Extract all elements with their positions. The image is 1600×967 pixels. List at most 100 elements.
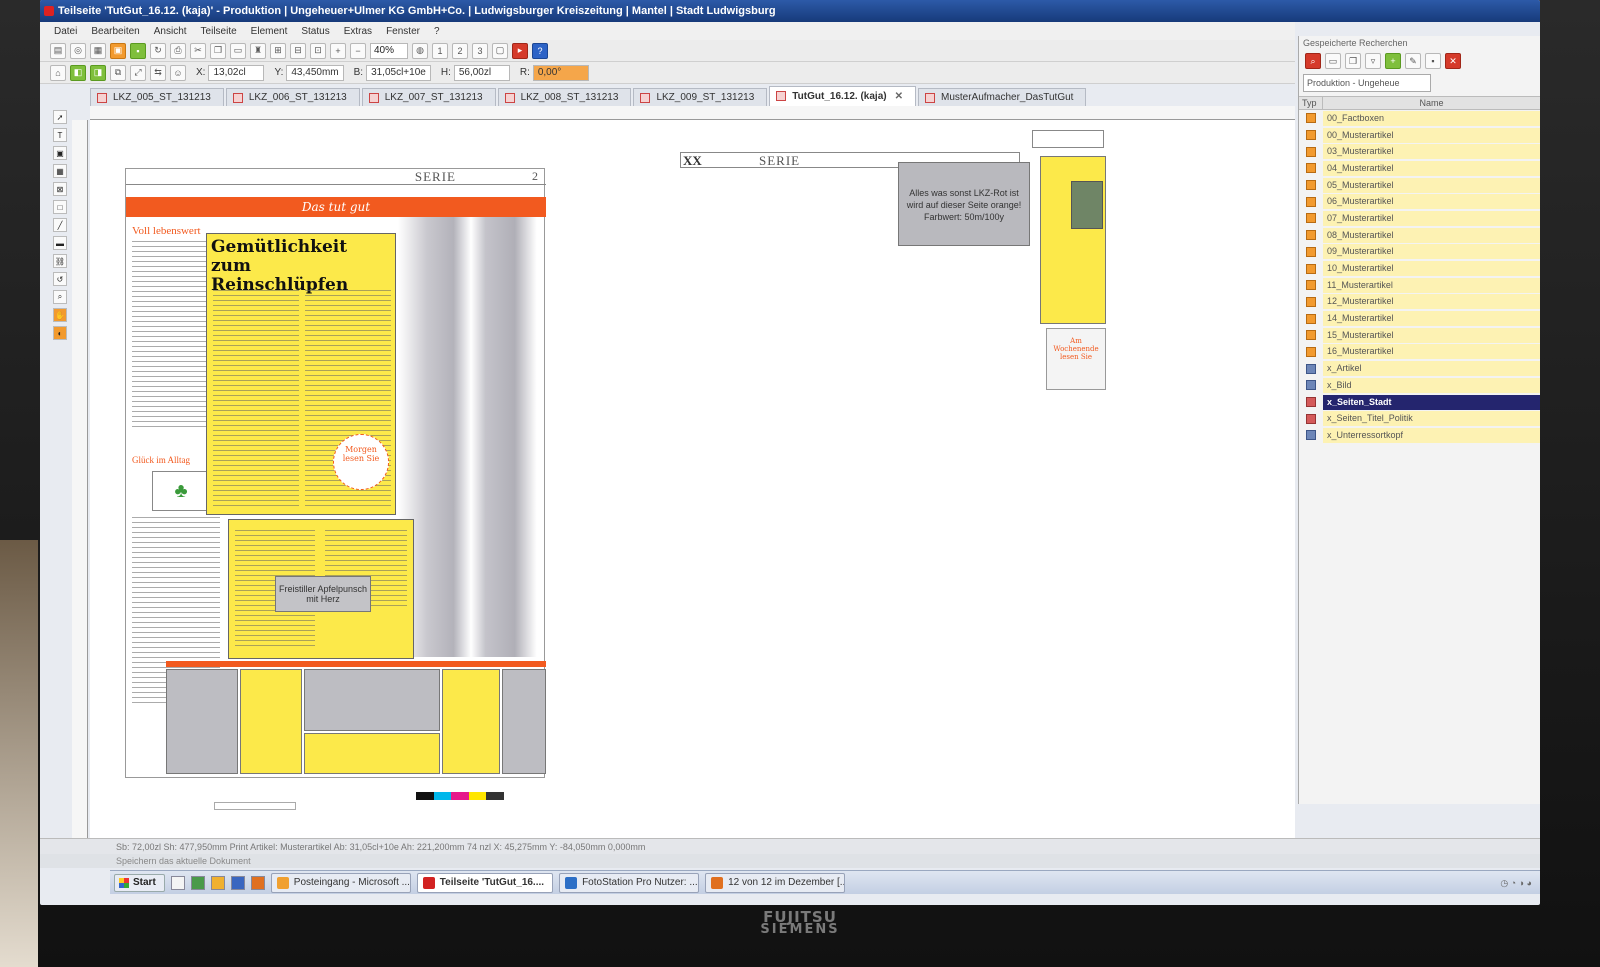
weekend-stamp[interactable]: Am Wochenende lesen Sie xyxy=(1046,328,1106,390)
save-icon[interactable]: ▪ xyxy=(130,42,146,59)
ad-placeholder[interactable] xyxy=(304,669,440,731)
table-tool-icon[interactable]: ▦ xyxy=(53,164,67,178)
help-icon[interactable]: ? xyxy=(532,42,548,59)
saved-search-item[interactable]: 16_Musterartikel xyxy=(1299,344,1540,361)
menu-element[interactable]: Element xyxy=(251,26,288,37)
grid-icon[interactable]: ▦ xyxy=(90,42,106,59)
project-select[interactable]: Produktion - Ungeheue xyxy=(1303,74,1431,92)
column-name[interactable]: Name xyxy=(1323,97,1540,109)
saved-search-item[interactable]: 00_Musterartikel xyxy=(1299,127,1540,144)
menu-status[interactable]: Status xyxy=(301,26,329,37)
delete-icon[interactable]: ✕ xyxy=(1445,53,1461,69)
lock-icon[interactable]: ⌂ xyxy=(50,64,66,81)
saved-search-item[interactable]: 11_Musterartikel xyxy=(1299,277,1540,294)
globe-icon[interactable]: ◍ xyxy=(412,42,428,59)
fill-tool-icon[interactable]: ▬ xyxy=(53,236,67,250)
saved-search-item[interactable]: x_Unterressortkopf xyxy=(1299,427,1540,444)
new-icon[interactable]: ▤ xyxy=(50,42,66,59)
frame-tool-icon[interactable]: ⊠ xyxy=(53,182,67,196)
width-field[interactable]: 31,05cl+10e xyxy=(366,64,431,81)
saved-search-item[interactable]: x_Bild xyxy=(1299,377,1540,394)
color-tool-icon[interactable]: ◐ xyxy=(53,326,67,340)
rotate-tool-icon[interactable]: ↺ xyxy=(53,272,67,286)
menu-fenster[interactable]: Fenster xyxy=(386,26,420,37)
x-field[interactable]: 13,02cl xyxy=(208,64,265,81)
align-left-icon[interactable]: ◧ xyxy=(70,64,86,81)
saved-search-item[interactable]: 03_Musterartikel xyxy=(1299,143,1540,160)
page-1-icon[interactable]: 1 xyxy=(432,42,448,59)
saved-search-item[interactable]: x_Seiten_Stadt xyxy=(1299,394,1540,411)
ad-placeholder[interactable] xyxy=(240,669,302,774)
tab-lkz-009[interactable]: LKZ_009_ST_131213 xyxy=(633,88,768,106)
filter-icon[interactable]: ▿ xyxy=(1365,53,1381,69)
close-icon[interactable]: ✕ xyxy=(895,91,903,102)
fit-width-icon[interactable]: ⊟ xyxy=(290,42,306,59)
lead-article[interactable]: Gemütlichkeit zum Reinschlüpfen Morgen l… xyxy=(206,233,396,515)
rectangle-tool-icon[interactable]: □ xyxy=(53,200,67,214)
menu-help[interactable]: ? xyxy=(434,26,440,37)
tab-lkz-007[interactable]: LKZ_007_ST_131213 xyxy=(361,88,496,106)
layout-icon[interactable]: ▣ xyxy=(110,42,126,59)
page-2-icon[interactable]: 2 xyxy=(452,42,468,59)
saved-search-item[interactable]: x_Artikel xyxy=(1299,360,1540,377)
height-field[interactable]: 56,00zl xyxy=(453,64,510,81)
saved-search-item[interactable]: 15_Musterartikel xyxy=(1299,327,1540,344)
ad-placeholder[interactable] xyxy=(502,669,546,774)
paste-icon[interactable]: ▭ xyxy=(230,42,246,59)
saved-search-item[interactable]: 05_Musterartikel xyxy=(1299,177,1540,194)
hand-tool-icon[interactable]: ✋ xyxy=(53,308,67,322)
menu-bearbeiten[interactable]: Bearbeiten xyxy=(91,26,139,37)
saved-search-item[interactable]: 06_Musterartikel xyxy=(1299,193,1540,210)
zoom-in-icon[interactable]: + xyxy=(330,42,346,59)
saved-search-item[interactable]: 04_Musterartikel xyxy=(1299,160,1540,177)
side-header-box[interactable] xyxy=(1032,130,1104,148)
align-right-icon[interactable]: ◨ xyxy=(90,64,106,81)
refresh-icon[interactable]: ↻ xyxy=(150,42,166,59)
secondary-article[interactable]: Freistiller Apfelpunsch mit Herz xyxy=(228,519,414,659)
cut-icon[interactable]: ✂ xyxy=(190,42,206,59)
folder-icon[interactable] xyxy=(170,875,185,890)
pointer-icon[interactable]: ➚ xyxy=(53,110,67,124)
newspaper-page[interactable]: SERIE 2 Das tut gut Voll lebenswert Glüc… xyxy=(125,168,546,778)
line-tool-icon[interactable]: ╱ xyxy=(53,218,67,232)
tab-tutgut[interactable]: TutGut_16.12. (kaja) ✕ xyxy=(769,86,916,106)
menu-ansicht[interactable]: Ansicht xyxy=(154,26,187,37)
link-tool-icon[interactable]: ⛓ xyxy=(53,254,67,268)
word-icon[interactable] xyxy=(230,875,245,890)
taskbar-item[interactable]: 12 von 12 im Dezember [... xyxy=(705,872,846,893)
page-3-icon[interactable]: 3 xyxy=(472,42,488,59)
text-tool-icon[interactable]: T xyxy=(53,128,67,142)
layout-canvas[interactable]: SERIE 2 Das tut gut Voll lebenswert Glüc… xyxy=(90,120,1295,840)
actual-size-icon[interactable]: ⊡ xyxy=(310,42,326,59)
image-placeholder[interactable]: Freistiller Apfelpunsch mit Herz xyxy=(275,576,371,612)
y-field[interactable]: 43,450mm xyxy=(286,64,344,81)
saved-search-item[interactable]: 10_Musterartikel xyxy=(1299,260,1540,277)
saved-search-item[interactable]: 12_Musterartikel xyxy=(1299,294,1540,311)
group-icon[interactable]: ⧉ xyxy=(110,64,126,81)
tab-lkz-006[interactable]: LKZ_006_ST_131213 xyxy=(225,88,360,106)
saved-search-item[interactable]: 09_Musterartikel xyxy=(1299,244,1540,261)
tab-lkz-008[interactable]: LKZ_008_ST_131213 xyxy=(497,88,632,106)
taskbar-item[interactable]: Teilseite 'TutGut_16.... xyxy=(416,872,554,893)
fit-page-icon[interactable]: ⊞ xyxy=(270,42,286,59)
rotation-field[interactable]: 0,00° xyxy=(532,64,589,81)
ad-placeholder[interactable] xyxy=(166,669,238,774)
export-icon[interactable]: ▸ xyxy=(512,42,528,59)
menu-datei[interactable]: Datei xyxy=(54,26,77,37)
transform-icon[interactable]: ⤢ xyxy=(130,64,146,81)
zoom-tool-icon[interactable]: ⌕ xyxy=(53,290,67,304)
excel-icon[interactable] xyxy=(190,875,205,890)
search-icon[interactable]: ⌕ xyxy=(1305,53,1321,69)
portrait-photo[interactable] xyxy=(1071,181,1103,229)
edit-icon[interactable]: ✎ xyxy=(1405,53,1421,69)
taskbar-item[interactable]: Posteingang - Microsoft ... xyxy=(270,872,411,893)
ad-placeholder[interactable] xyxy=(442,669,500,774)
window-icon[interactable]: ▢ xyxy=(492,42,508,59)
tab-musteraufmacher[interactable]: MusterAufmacher_DasTutGut xyxy=(917,88,1087,106)
save-icon[interactable]: ▪ xyxy=(1425,53,1441,69)
saved-search-item[interactable]: x_Seiten_Titel_Politik xyxy=(1299,410,1540,427)
folder-icon[interactable]: ▭ xyxy=(1325,53,1341,69)
binoculars-icon[interactable]: ◎ xyxy=(70,42,86,59)
lead-photo[interactable] xyxy=(398,217,544,657)
zoom-field[interactable]: 40% xyxy=(370,42,408,59)
